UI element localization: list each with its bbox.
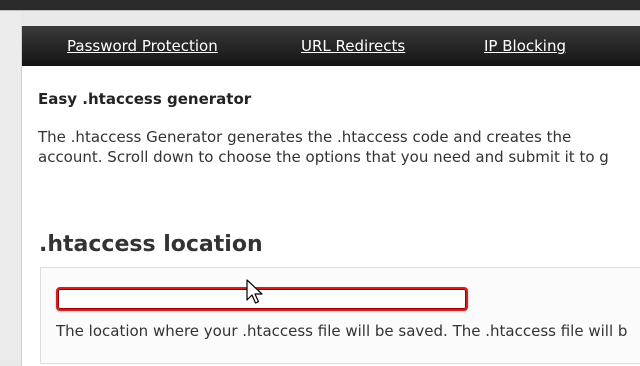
top-nav-bar: Password Protection URL Redirects IP Blo… bbox=[22, 26, 640, 66]
generator-heading: Easy .htaccess generator bbox=[38, 90, 252, 108]
location-help-text: The location where your .htaccess file w… bbox=[56, 322, 628, 340]
nav-link-ip-blocking[interactable]: IP Blocking bbox=[484, 37, 566, 55]
left-margin bbox=[0, 11, 21, 360]
mouse-pointer-icon bbox=[246, 279, 263, 304]
intro-line-2: account. Scroll down to choose the optio… bbox=[38, 148, 609, 166]
nav-link-password-protection[interactable]: Password Protection bbox=[67, 37, 218, 55]
htaccess-location-title: .htaccess location bbox=[39, 232, 263, 257]
nav-link-url-redirects[interactable]: URL Redirects bbox=[301, 37, 405, 55]
intro-line-1: The .htaccess Generator generates the .h… bbox=[38, 128, 572, 146]
location-section-box bbox=[40, 267, 640, 364]
window-top-strip bbox=[0, 0, 640, 11]
generator-intro: The .htaccess Generator generates the .h… bbox=[38, 127, 640, 167]
